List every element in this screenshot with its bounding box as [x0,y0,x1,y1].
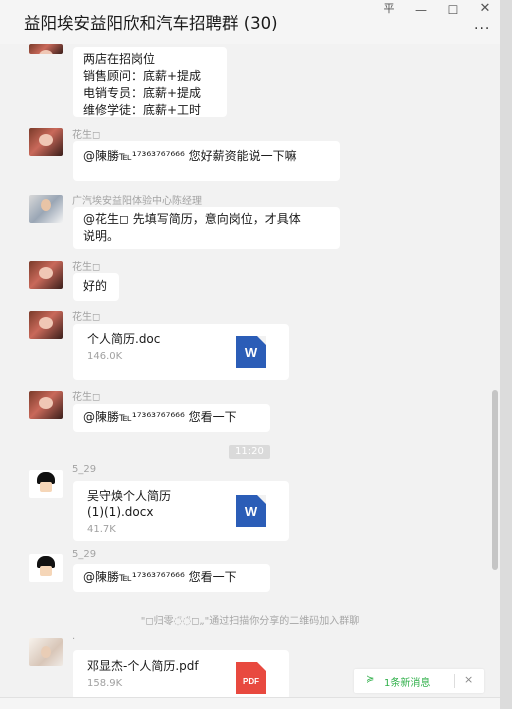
message-line: 说明。 [83,229,120,243]
message-line: 电销专员：底薪+提成 [83,86,202,100]
message-bubble[interactable]: @陳勝℡¹⁷³⁶³⁷⁶⁷⁶⁶⁶ 您看一下 [73,404,270,432]
file-message[interactable]: 个人简历.doc 146.0K W [73,324,289,380]
file-size: 146.0K [87,351,123,362]
message-bubble[interactable]: @陳勝℡¹⁷³⁶³⁷⁶⁷⁶⁶⁶ 您好薪资能说一下嘛 [73,141,340,181]
new-message-notice[interactable]: ≽ 1条新消息 × [354,669,484,693]
sender-name: 广汽埃安益阳体验中心陈经理 [72,196,202,207]
message-bubble[interactable]: @花生◻ 先填写简历，意向岗位，才具体 说明。 [73,207,340,249]
message-text: @陳勝℡¹⁷³⁶³⁷⁶⁷⁶⁶⁶ 您好薪资能说一下嘛 [83,149,297,163]
file-size: 41.7K [87,524,116,535]
pin-icon[interactable]: 平 [374,1,404,17]
word-file-icon: W [236,495,266,527]
sender-name: 花生◻ [72,130,101,141]
system-message: "◻归零◌̈◌̈◻„"通过扫描你分享的二维码加入群聊 [140,616,360,627]
sender-avatar[interactable] [29,261,63,289]
title-bar: 益阳埃安益阳欣和汽车招聘群 (30) 平 — ☐ ✕ ... [0,0,512,44]
sender-avatar[interactable] [29,554,63,582]
file-message[interactable]: 吴守焕个人简历 (1)(1).docx 41.7K W [73,481,289,541]
message-list[interactable]: 两店在招岗位 销售顾问：底薪+提成 电销专员：底薪+提成 维修学徒：底薪+工时 … [0,44,500,697]
message-line: @花生◻ 先填写简历，意向岗位，才具体 [83,212,301,226]
sender-avatar[interactable] [29,195,63,223]
message-text: @陳勝℡¹⁷³⁶³⁷⁶⁷⁶⁶⁶ 您看一下 [83,410,237,424]
sender-avatar[interactable] [29,128,63,156]
sender-avatar[interactable] [29,311,63,339]
close-icon[interactable]: × [464,673,473,686]
message-text: 好的 [83,279,108,293]
maximize-button[interactable]: ☐ [438,2,468,18]
new-message-label[interactable]: 1条新消息 [384,674,430,689]
sender-name: . [72,631,76,642]
word-file-icon: W [236,336,266,368]
message-bubble[interactable]: 两店在招岗位 销售顾问：底薪+提成 电销专员：底薪+提成 维修学徒：底薪+工时 [73,47,227,117]
file-size: 158.9K [87,678,123,689]
sender-name: 5_29 [72,464,97,475]
sender-name: 5_29 [72,549,97,560]
minimize-button[interactable]: — [406,2,436,18]
file-message[interactable]: 邓显杰-个人简历.pdf 158.9K PDF [73,650,289,697]
message-line: 维修学徒：底薪+工时 [83,103,202,117]
double-chevron-down-icon: ≽ [366,674,375,685]
sender-name: 花生◻ [72,312,101,323]
sender-avatar[interactable] [29,44,63,54]
sender-avatar[interactable] [29,470,63,498]
chat-title: 益阳埃安益阳欣和汽车招聘群 (30) [24,14,278,33]
divider [454,674,455,688]
close-button[interactable]: ✕ [470,1,500,17]
sender-name: 花生◻ [72,392,101,403]
message-line: 销售顾问：底薪+提成 [83,69,202,83]
message-timestamp: 11:20 [229,445,270,459]
input-toolbar[interactable] [0,697,500,709]
file-name-line: (1)(1).docx [87,505,154,519]
sender-avatar[interactable] [29,391,63,419]
file-name: 邓显杰-个人简历.pdf [87,659,199,673]
message-bubble[interactable]: @陳勝℡¹⁷³⁶³⁷⁶⁷⁶⁶⁶ 您看一下 [73,564,270,592]
more-options-icon[interactable]: ... [474,17,490,33]
message-bubble[interactable]: 好的 [73,273,119,301]
sender-avatar[interactable] [29,638,63,666]
file-name-line: 吴守焕个人简历 [87,489,172,503]
pdf-file-icon: PDF [236,662,266,694]
message-line: 两店在招岗位 [83,52,156,66]
scrollbar-thumb[interactable] [492,390,498,570]
message-text: @陳勝℡¹⁷³⁶³⁷⁶⁷⁶⁶⁶ 您看一下 [83,570,237,584]
file-name: 个人简历.doc [87,332,161,346]
sender-name: 花生◻ [72,262,101,273]
window-edge [500,0,512,709]
